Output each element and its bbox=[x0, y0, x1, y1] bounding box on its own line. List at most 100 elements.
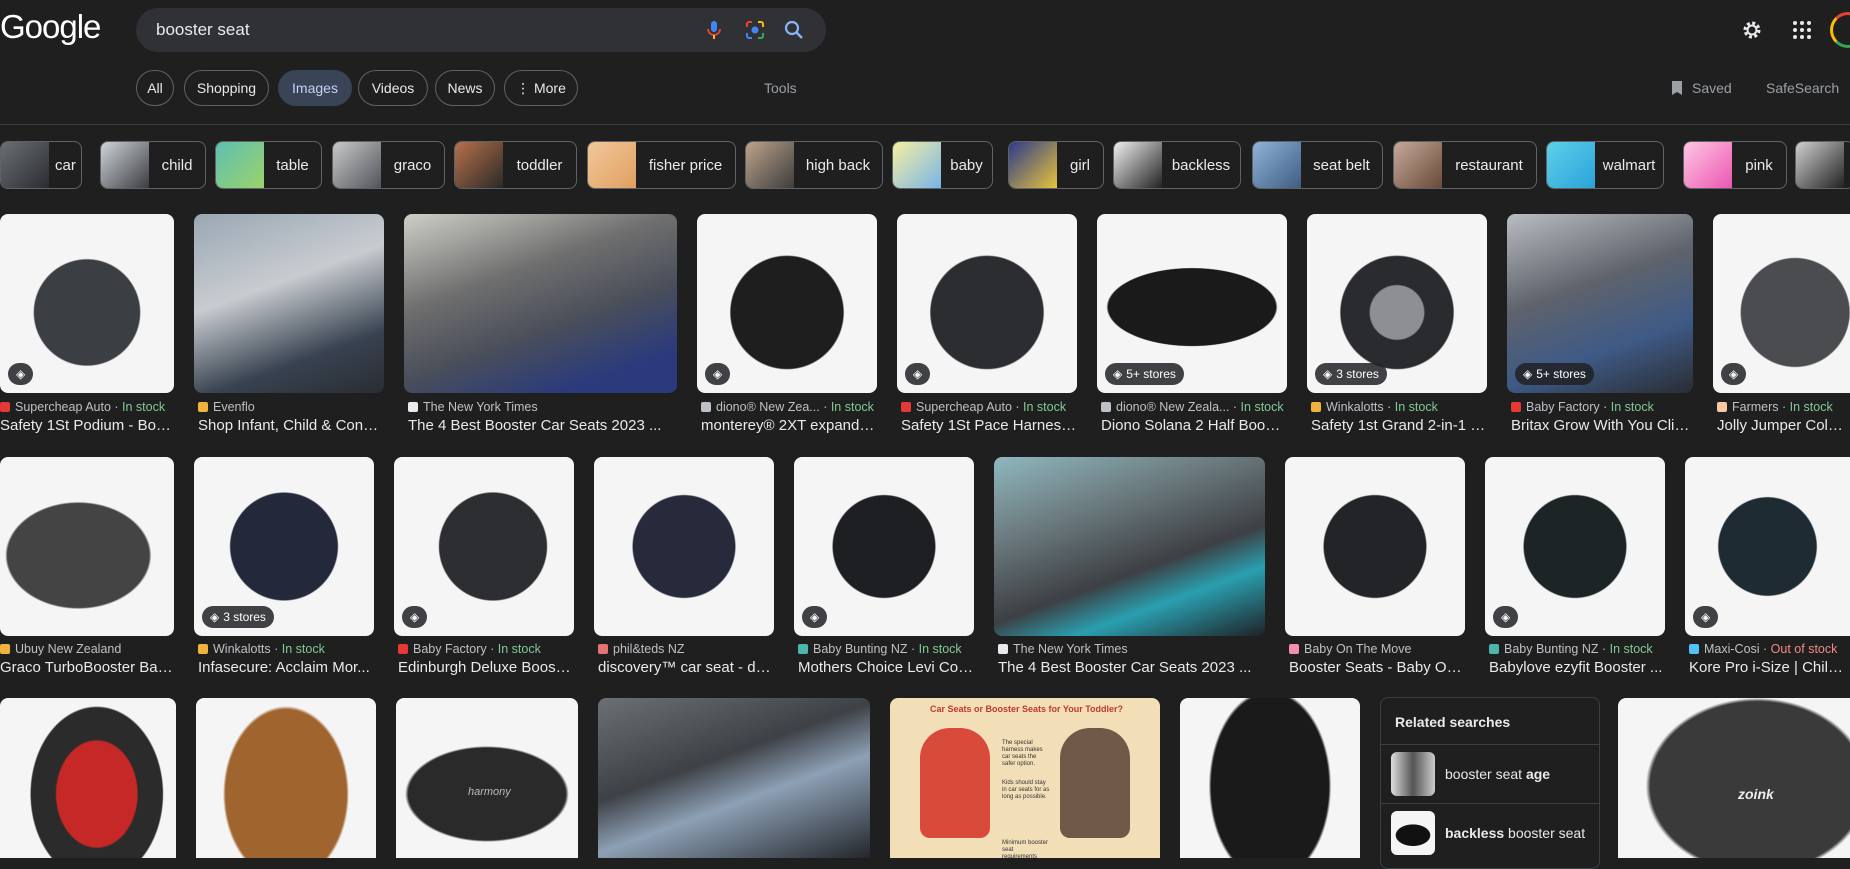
result-source[interactable]: The New York Times bbox=[408, 400, 677, 414]
result-source[interactable]: The New York Times bbox=[998, 642, 1265, 656]
result-title[interactable]: Babylove ezyfit Booster ... bbox=[1489, 659, 1665, 676]
result-image[interactable]: ◈ bbox=[1685, 457, 1850, 636]
result-image[interactable]: harmony bbox=[396, 698, 578, 858]
result-title[interactable]: Britax Grow With You Clic... bbox=[1511, 417, 1693, 434]
result-title[interactable]: monterey® 2XT expanda... bbox=[701, 417, 877, 434]
result-image[interactable]: ◈ bbox=[0, 214, 174, 393]
result-title[interactable]: Edinburgh Deluxe Booste... bbox=[398, 659, 574, 676]
result-source[interactable]: Winkalotts · In stock bbox=[1311, 400, 1487, 414]
result-title[interactable]: Graco TurboBooster Bac... bbox=[0, 659, 174, 676]
result-image[interactable]: ◈ 5+ stores bbox=[1097, 214, 1287, 393]
result-image[interactable] bbox=[994, 457, 1265, 636]
result-source[interactable]: diono® New Zea... · In stock bbox=[701, 400, 877, 414]
result-image[interactable]: ◈ 5+ stores bbox=[1507, 214, 1693, 393]
result-title[interactable]: The 4 Best Booster Car Seats 2023 ... bbox=[998, 659, 1265, 676]
result-source[interactable]: Baby Factory · In stock bbox=[398, 642, 574, 656]
infographic-image[interactable]: Car Seats or Booster Seats for Your Todd… bbox=[890, 698, 1160, 858]
related-item[interactable]: backless booster seat bbox=[1381, 803, 1599, 862]
stores-badge: ◈ 3 stores bbox=[202, 606, 274, 628]
gear-icon[interactable] bbox=[1740, 18, 1764, 42]
result-image[interactable]: ◈ bbox=[1485, 457, 1665, 636]
result-source[interactable]: Evenflo bbox=[198, 400, 384, 414]
result-image[interactable] bbox=[0, 457, 174, 636]
chip-walmart[interactable]: walmart bbox=[1546, 141, 1664, 189]
result-source[interactable]: Baby Factory · In stock bbox=[1511, 400, 1693, 414]
result-source[interactable]: Supercheap Auto · In stock bbox=[901, 400, 1077, 414]
saved-link[interactable]: Saved bbox=[1692, 80, 1732, 96]
result-title[interactable]: Jolly Jumper Color... bbox=[1717, 417, 1850, 434]
tab-shopping[interactable]: Shopping bbox=[184, 70, 269, 106]
chip-child[interactable]: child bbox=[100, 141, 206, 189]
chip-more[interactable] bbox=[1795, 141, 1850, 189]
result-source[interactable]: diono® New Zeala... · In stock bbox=[1101, 400, 1287, 414]
chip-restaurant[interactable]: restaurant bbox=[1393, 141, 1537, 189]
safesearch-button[interactable]: SafeSearch bbox=[1766, 80, 1839, 96]
result-title[interactable]: Booster Seats - Baby On ... bbox=[1289, 659, 1465, 676]
chip-girl[interactable]: girl bbox=[1008, 141, 1104, 189]
microphone-icon[interactable] bbox=[702, 18, 726, 42]
chip-high-back[interactable]: high back bbox=[745, 141, 883, 189]
result-image[interactable] bbox=[194, 214, 384, 393]
search-icon[interactable] bbox=[782, 18, 806, 42]
search-input[interactable]: booster seat bbox=[156, 20, 250, 40]
tab-more[interactable]: ⋮ More bbox=[504, 70, 578, 106]
result-source[interactable]: Baby Bunting NZ · In stock bbox=[798, 642, 974, 656]
tag-icon: ◈ bbox=[1113, 367, 1123, 381]
result-image[interactable] bbox=[594, 457, 774, 636]
lens-icon[interactable] bbox=[743, 18, 767, 42]
result-title[interactable]: Infasecure: Acclaim Mor... bbox=[198, 659, 374, 676]
chip-baby[interactable]: baby bbox=[892, 141, 993, 189]
chip-seat-belt[interactable]: seat belt bbox=[1252, 141, 1383, 189]
chip-car[interactable]: car bbox=[0, 141, 82, 189]
result-image[interactable]: ◈ bbox=[394, 457, 574, 636]
related-item[interactable]: booster seat age bbox=[1381, 744, 1599, 803]
tab-images[interactable]: Images bbox=[278, 70, 352, 106]
result-title[interactable]: Safety 1St Podium - Boos... bbox=[0, 417, 174, 434]
chip-pink[interactable]: pink bbox=[1683, 141, 1787, 189]
tab-news[interactable]: News bbox=[435, 70, 495, 106]
tab-all[interactable]: All bbox=[136, 70, 174, 106]
result-source[interactable]: Farmers · In stock bbox=[1717, 400, 1850, 414]
apps-grid-icon[interactable] bbox=[1790, 18, 1814, 42]
result-title[interactable]: discovery™ car seat - de... bbox=[598, 659, 774, 676]
result-image[interactable] bbox=[1285, 457, 1465, 636]
result-image[interactable] bbox=[196, 698, 376, 858]
chip-graco[interactable]: graco bbox=[332, 141, 445, 189]
result-image[interactable]: ◈ bbox=[1713, 214, 1850, 393]
result-source[interactable]: Ubuy New Zealand bbox=[0, 642, 174, 656]
result-image[interactable] bbox=[598, 698, 870, 858]
infographic-note: Kids should stay in car seats for as lon… bbox=[1002, 780, 1050, 800]
chip-toddler[interactable]: toddler bbox=[454, 141, 577, 189]
google-logo[interactable]: Google bbox=[0, 8, 101, 46]
result-source[interactable]: Supercheap Auto · In stock bbox=[0, 400, 174, 414]
header-divider bbox=[0, 124, 1850, 125]
chip-fisher-price[interactable]: fisher price bbox=[587, 141, 736, 189]
search-box[interactable]: booster seat bbox=[136, 8, 826, 52]
result-image[interactable]: ◈ bbox=[897, 214, 1077, 393]
result-image[interactable]: ◈ 3 stores bbox=[194, 457, 374, 636]
result-image[interactable]: zoink bbox=[1618, 698, 1850, 858]
result-source[interactable]: phil&teds NZ bbox=[598, 642, 774, 656]
result-image[interactable]: ◈ bbox=[794, 457, 974, 636]
result-title[interactable]: Safety 1St Pace Harness... bbox=[901, 417, 1077, 434]
result-source[interactable]: Maxi-Cosi · Out of stock bbox=[1689, 642, 1850, 656]
result-image[interactable]: ◈ 3 stores bbox=[1307, 214, 1487, 393]
result-title[interactable]: Mothers Choice Levi Con... bbox=[798, 659, 974, 676]
result-image[interactable]: ◈ bbox=[697, 214, 877, 393]
tools-button[interactable]: Tools bbox=[764, 80, 797, 96]
result-image[interactable] bbox=[1180, 698, 1360, 858]
result-source[interactable]: Baby Bunting NZ · In stock bbox=[1489, 642, 1665, 656]
result-source[interactable]: Winkalotts · In stock bbox=[198, 642, 374, 656]
result-title[interactable]: Diono Solana 2 Half Boost... bbox=[1101, 417, 1287, 434]
chip-table[interactable]: table bbox=[215, 141, 322, 189]
result-source[interactable]: Baby On The Move bbox=[1289, 642, 1465, 656]
result-title[interactable]: The 4 Best Booster Car Seats 2023 ... bbox=[408, 417, 677, 434]
tab-videos[interactable]: Videos bbox=[358, 70, 428, 106]
result-title[interactable]: Safety 1st Grand 2-in-1 H... bbox=[1311, 417, 1487, 434]
account-avatar[interactable] bbox=[1830, 12, 1850, 48]
result-title[interactable]: Kore Pro i-Size | Child B... bbox=[1689, 659, 1850, 676]
result-image[interactable] bbox=[0, 698, 176, 858]
result-title[interactable]: Shop Infant, Child & Conve... bbox=[198, 417, 384, 434]
result-image[interactable] bbox=[404, 214, 677, 393]
chip-backless[interactable]: backless bbox=[1113, 141, 1241, 189]
